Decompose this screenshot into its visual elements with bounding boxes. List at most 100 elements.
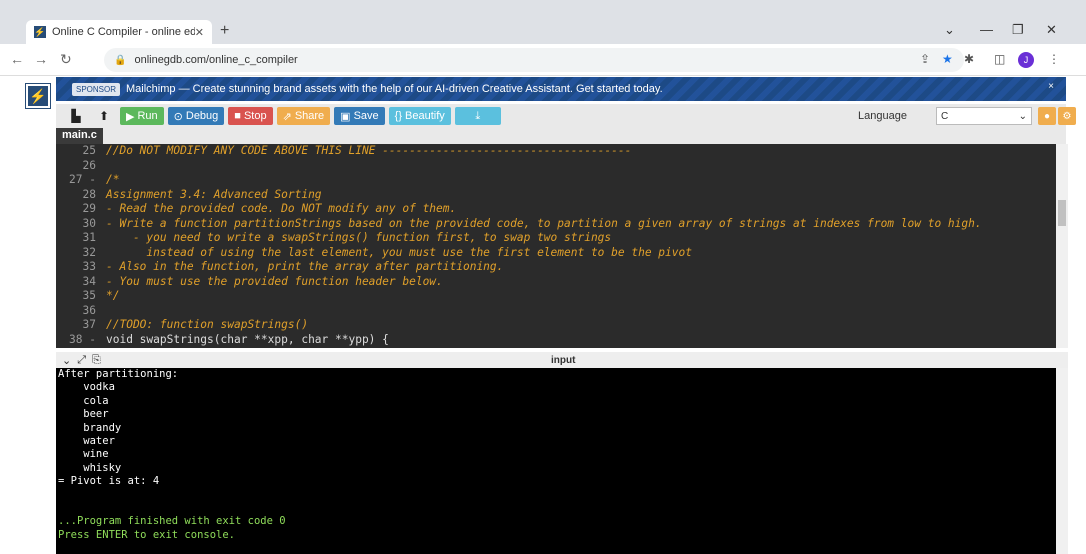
download-icon: ⤓ [475, 109, 481, 122]
tab-search-icon[interactable]: ⌄ [944, 22, 955, 38]
console-scrollbar[interactable] [1056, 368, 1068, 554]
run-button[interactable]: ▶ Run [120, 107, 164, 125]
browser-menu-icon[interactable]: ⋮ [1048, 52, 1060, 66]
code-text: - Write a function partitionStrings base… [106, 216, 982, 230]
code-text: /* [106, 173, 120, 186]
info-icon[interactable]: ● [1038, 107, 1056, 125]
browser-tab-bar: ⚡ Online C Compiler - online editor ✕ + … [0, 0, 1086, 44]
sponsor-close-icon[interactable]: × [1048, 81, 1054, 92]
restore-icon[interactable]: ❐ [1012, 22, 1024, 38]
line-number: 25 [82, 144, 96, 157]
bookmark-star-icon[interactable]: ★ [942, 52, 953, 66]
new-tab-button[interactable]: + [220, 22, 229, 40]
editor-scroll-thumb[interactable] [1058, 200, 1066, 226]
expand-icon[interactable]: ⤢ [77, 354, 86, 367]
output-console[interactable]: After partitioning: vodka cola beer bran… [56, 368, 1056, 554]
collapse-icon[interactable]: ⌄ [62, 354, 71, 367]
code-text: instead of using the last element, you m… [106, 245, 692, 259]
sponsor-banner[interactable]: SPONSOR Mailchimp — Create stunning bran… [56, 77, 1066, 101]
code-text: void swapStrings(char **xpp, char **ypp)… [106, 332, 389, 346]
side-panel-icon[interactable]: ◫ [994, 52, 1005, 66]
stop-button[interactable]: ■ Stop [228, 107, 273, 125]
code-line[interactable]: 37 //TODO: function swapStrings() [56, 318, 1056, 333]
upload-icon[interactable]: ⬆ [92, 107, 116, 125]
forward-icon[interactable]: → [34, 51, 48, 67]
console-line: After partitioning: [58, 368, 179, 380]
line-number: 26 [82, 158, 96, 172]
file-tab-main-c[interactable]: main.c [56, 128, 103, 144]
file-tab-bar: main.c [56, 128, 1066, 144]
share-page-icon[interactable]: ⇪ [920, 52, 930, 66]
debug-button[interactable]: ⊙ Debug [167, 107, 225, 125]
close-window-icon[interactable]: ✕ [1046, 22, 1057, 38]
code-text: //Do NOT MODIFY ANY CODE ABOVE THIS LINE… [106, 144, 632, 157]
save-button[interactable]: ▣ Save [334, 107, 385, 125]
extensions-icon[interactable]: ✱ [964, 52, 974, 66]
console-line: cola [58, 394, 109, 407]
download-button[interactable]: ⤓ [454, 107, 501, 125]
back-icon[interactable]: ← [10, 51, 24, 67]
io-panel-label: input [551, 354, 576, 366]
code-line[interactable]: 32 instead of using the last element, yo… [56, 246, 1056, 261]
io-panel-header: ⌄ ⤢ ⎘ input [56, 352, 1068, 368]
code-line[interactable]: 35 */ [56, 289, 1056, 304]
code-line[interactable]: 38 - void swapStrings(char **xpp, char **… [56, 333, 1056, 348]
code-text: - Also in the function, print the array … [106, 260, 504, 273]
line-number: 28 [82, 187, 96, 201]
code-line[interactable]: 36 [56, 304, 1056, 319]
copy-icon[interactable]: ⎘ [92, 354, 101, 367]
editor-toolbar: ▙ ⬆ ▶ Run ⊙ Debug ■ Stop ⇗ Share ▣ Save {} Be… [56, 104, 1076, 128]
play-icon: ▶ [126, 110, 135, 123]
code-text: - Read the provided code. Do NOT modify … [106, 202, 457, 215]
code-editor[interactable]: 25 //Do NOT MODIFY ANY CODE ABOVE THIS LI… [56, 144, 1056, 348]
debug-label: Debug [185, 110, 219, 122]
browser-tab[interactable]: ⚡ Online C Compiler - online editor ✕ [26, 20, 212, 44]
line-number: 37 [82, 318, 96, 331]
code-line[interactable]: 29 - Read the provided code. Do NOT modif… [56, 202, 1056, 217]
console-line: = Pivot is at: 4 [58, 475, 160, 488]
reload-icon[interactable]: ↻ [60, 51, 72, 68]
code-line[interactable]: 33 - Also in the function, print the arra… [56, 260, 1056, 275]
line-number: 31 [82, 231, 96, 244]
save-label: Save [353, 110, 379, 122]
code-line[interactable]: 28 Assignment 3.4: Advanced Sorting [56, 188, 1056, 203]
code-text: - you need to write a swapStrings() func… [106, 231, 612, 244]
onlinegdb-logo-icon[interactable]: ⚡ [25, 83, 51, 109]
line-number: 38 - [69, 332, 96, 346]
share-button[interactable]: ⇗ Share [276, 107, 331, 125]
minimize-icon[interactable]: — [980, 22, 993, 37]
code-line[interactable]: 25 //Do NOT MODIFY ANY CODE ABOVE THIS LI… [56, 144, 1056, 159]
line-number: 36 [82, 303, 96, 317]
language-value: C [941, 110, 949, 122]
lock-icon: 🔒 [114, 54, 127, 66]
url-field[interactable]: 🔒 onlinegdb.com/online_c_compiler [104, 48, 964, 72]
share-label: Share [294, 110, 325, 122]
code-text: //TODO: function swapStrings() [106, 318, 309, 331]
profile-avatar[interactable]: J [1018, 52, 1034, 68]
code-text: - You must use the provided function hea… [106, 274, 443, 288]
language-select[interactable]: C ⌄ [936, 107, 1032, 125]
sponsor-text[interactable]: Mailchimp — Create stunning brand assets… [126, 83, 663, 95]
share-icon: ⇗ [282, 110, 292, 123]
line-number: 30 [82, 216, 96, 230]
code-line[interactable]: 30 - Write a function partitionStrings ba… [56, 217, 1056, 232]
console-line: wine [58, 448, 109, 461]
onlinegdb-favicon-icon: ⚡ [34, 26, 46, 38]
console-line: brandy [58, 421, 122, 434]
settings-gear-icon[interactable]: ⚙ [1058, 107, 1076, 125]
code-line[interactable]: 34 - You must use the provided function h… [56, 275, 1056, 290]
beautify-button[interactable]: {} Beautify [388, 107, 451, 125]
code-line[interactable]: 27 - /* [56, 173, 1056, 188]
code-line[interactable]: 31 - you need to write a swapStrings() f… [56, 231, 1056, 246]
editor-scrollbar[interactable] [1056, 144, 1068, 348]
console-line: ...Program finished with exit code 0 [58, 515, 286, 528]
code-text: */ [106, 289, 120, 302]
line-number: 33 [82, 260, 96, 273]
new-file-icon[interactable]: ▙ [64, 107, 88, 125]
line-number: 34 [82, 274, 96, 288]
left-sidebar [0, 77, 56, 554]
code-line[interactable]: 26 [56, 159, 1056, 174]
url-text: onlinegdb.com/online_c_compiler [134, 54, 298, 66]
tab-close-icon[interactable]: ✕ [195, 26, 204, 39]
bug-icon: ⊙ [173, 110, 183, 123]
